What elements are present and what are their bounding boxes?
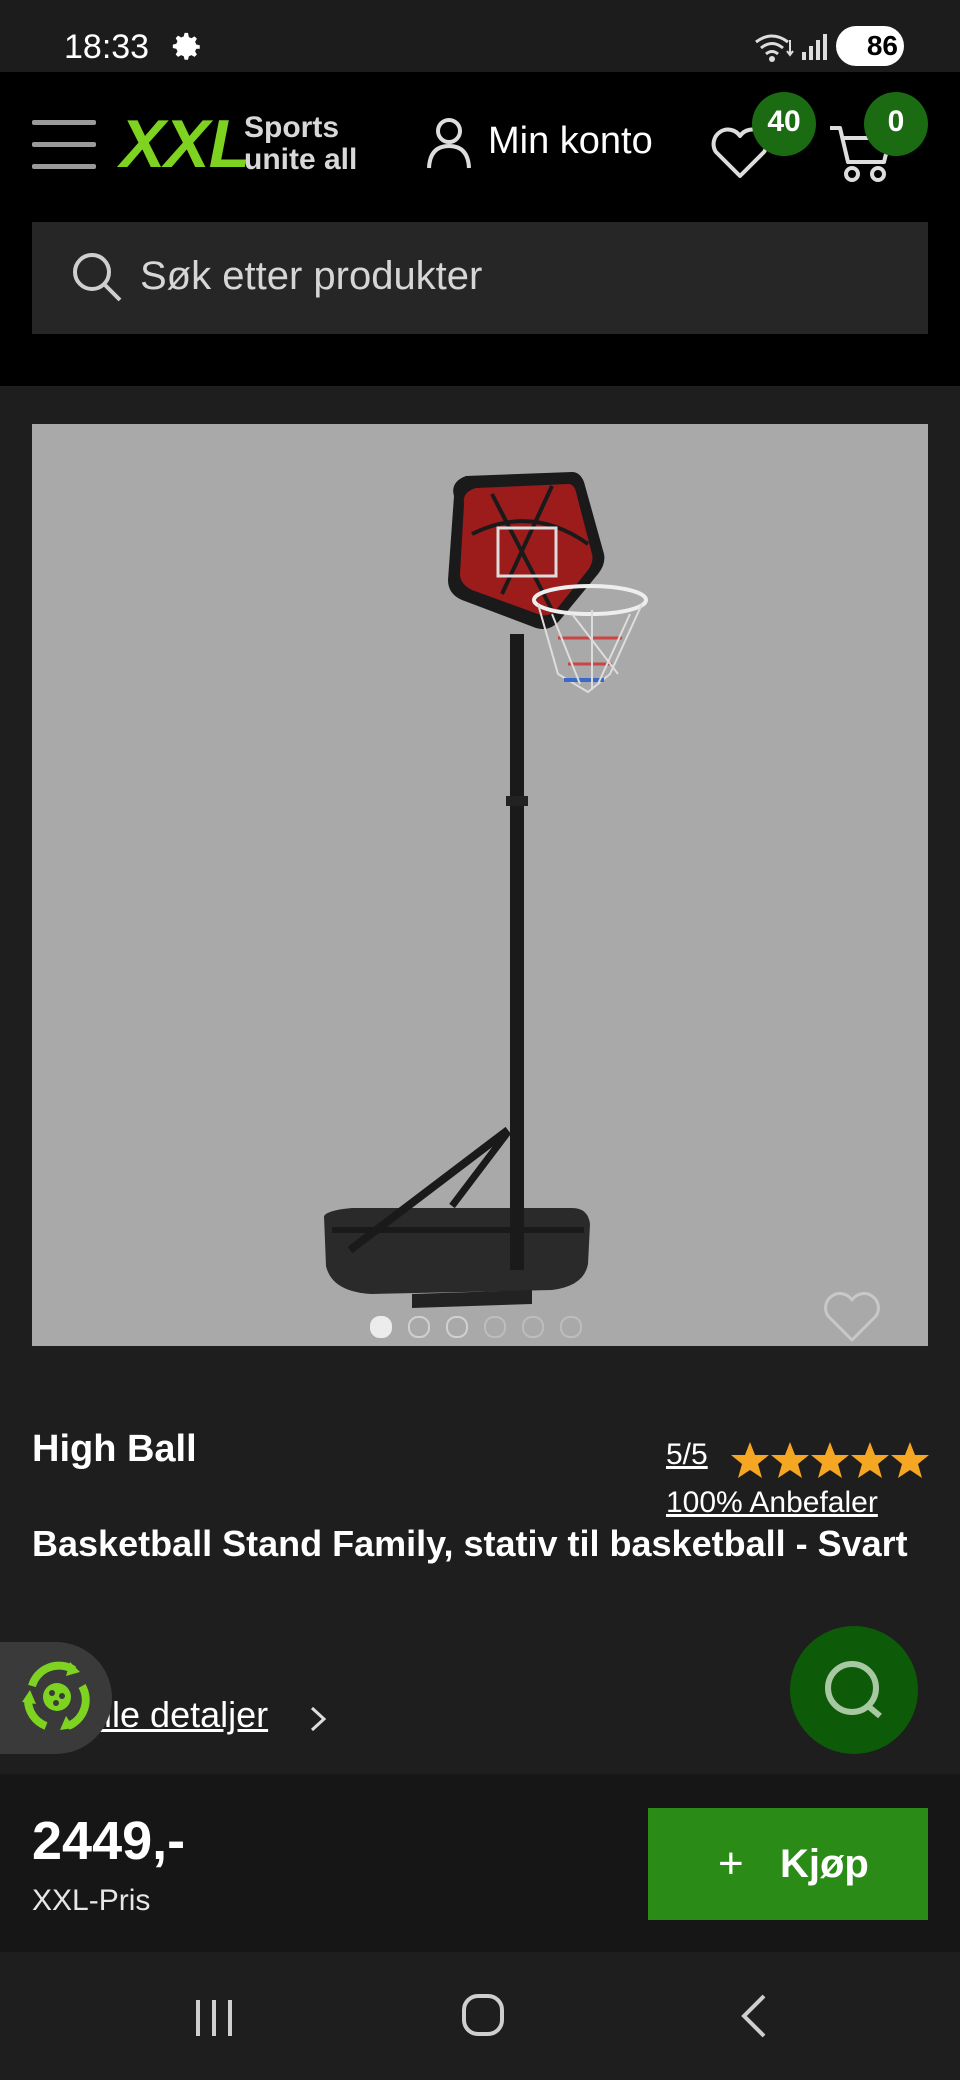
- chevron-right-icon: [310, 1706, 327, 1732]
- product-image-carousel[interactable]: [32, 424, 928, 1346]
- chat-icon: [825, 1661, 882, 1719]
- star-icon: [851, 1442, 889, 1478]
- battery-icon: 86: [836, 26, 904, 66]
- carousel-dot[interactable]: [522, 1316, 544, 1338]
- logo[interactable]: XXL: [120, 106, 250, 182]
- carousel-dots: [370, 1316, 598, 1340]
- account-icon[interactable]: [426, 116, 472, 170]
- eco-badge[interactable]: [0, 1642, 112, 1754]
- tagline-line-2: unite all: [244, 143, 358, 176]
- product-brand[interactable]: High Ball: [32, 1428, 197, 1471]
- menu-icon[interactable]: [32, 120, 96, 170]
- wishlist-count-badge: 40: [752, 92, 816, 156]
- recommend-rate[interactable]: 100% Anbefaler: [666, 1486, 878, 1520]
- search-input[interactable]: Søk etter produkter: [32, 222, 928, 334]
- star-icon: [731, 1442, 769, 1478]
- carousel-dot[interactable]: [370, 1316, 392, 1338]
- rating-stars: [731, 1442, 929, 1478]
- heart-icon[interactable]: [822, 1290, 882, 1344]
- purchase-bar: 2449,- XXL-Pris + Kjøp: [0, 1774, 960, 1952]
- buy-button-label: Kjøp: [780, 1842, 869, 1886]
- account-link[interactable]: Min konto: [488, 120, 653, 163]
- status-time: 18:33: [64, 28, 150, 66]
- star-icon: [891, 1442, 929, 1478]
- rating-score[interactable]: 5/5: [666, 1438, 708, 1472]
- carousel-dot[interactable]: [484, 1316, 506, 1338]
- carousel-dot[interactable]: [560, 1316, 582, 1338]
- carousel-dot[interactable]: [446, 1316, 468, 1338]
- cart-count-badge: 0: [864, 92, 928, 156]
- recycle-icon: [22, 1661, 90, 1730]
- wifi-icon: [755, 34, 794, 62]
- product-price: 2449,-: [32, 1811, 186, 1871]
- star-icon: [771, 1442, 809, 1478]
- site-header: XXL Sports unite all Min konto 40 0 Søk …: [0, 72, 960, 386]
- plus-icon: +: [718, 1839, 744, 1888]
- signal-icon: [802, 34, 827, 60]
- recent-apps-icon[interactable]: [192, 1996, 236, 2040]
- search-placeholder: Søk etter produkter: [140, 254, 483, 298]
- system-nav-bar: [0, 1952, 960, 2080]
- gear-icon: [172, 32, 200, 60]
- chat-button[interactable]: [790, 1626, 918, 1754]
- price-label: XXL-Pris: [32, 1884, 151, 1917]
- carousel-dot[interactable]: [408, 1316, 430, 1338]
- search-icon: [73, 253, 122, 302]
- logo-tagline: Sports unite all: [244, 112, 357, 176]
- buy-button[interactable]: + Kjøp: [648, 1808, 928, 1920]
- home-icon[interactable]: [460, 1992, 506, 2038]
- product-title: Basketball Stand Family, stativ til bask…: [32, 1523, 908, 1564]
- product-image: [324, 472, 648, 1308]
- back-icon[interactable]: [738, 1992, 768, 2040]
- star-icon: [811, 1442, 849, 1478]
- tagline-line-1: Sports: [244, 111, 340, 144]
- status-bar: 18:33 86: [0, 0, 960, 72]
